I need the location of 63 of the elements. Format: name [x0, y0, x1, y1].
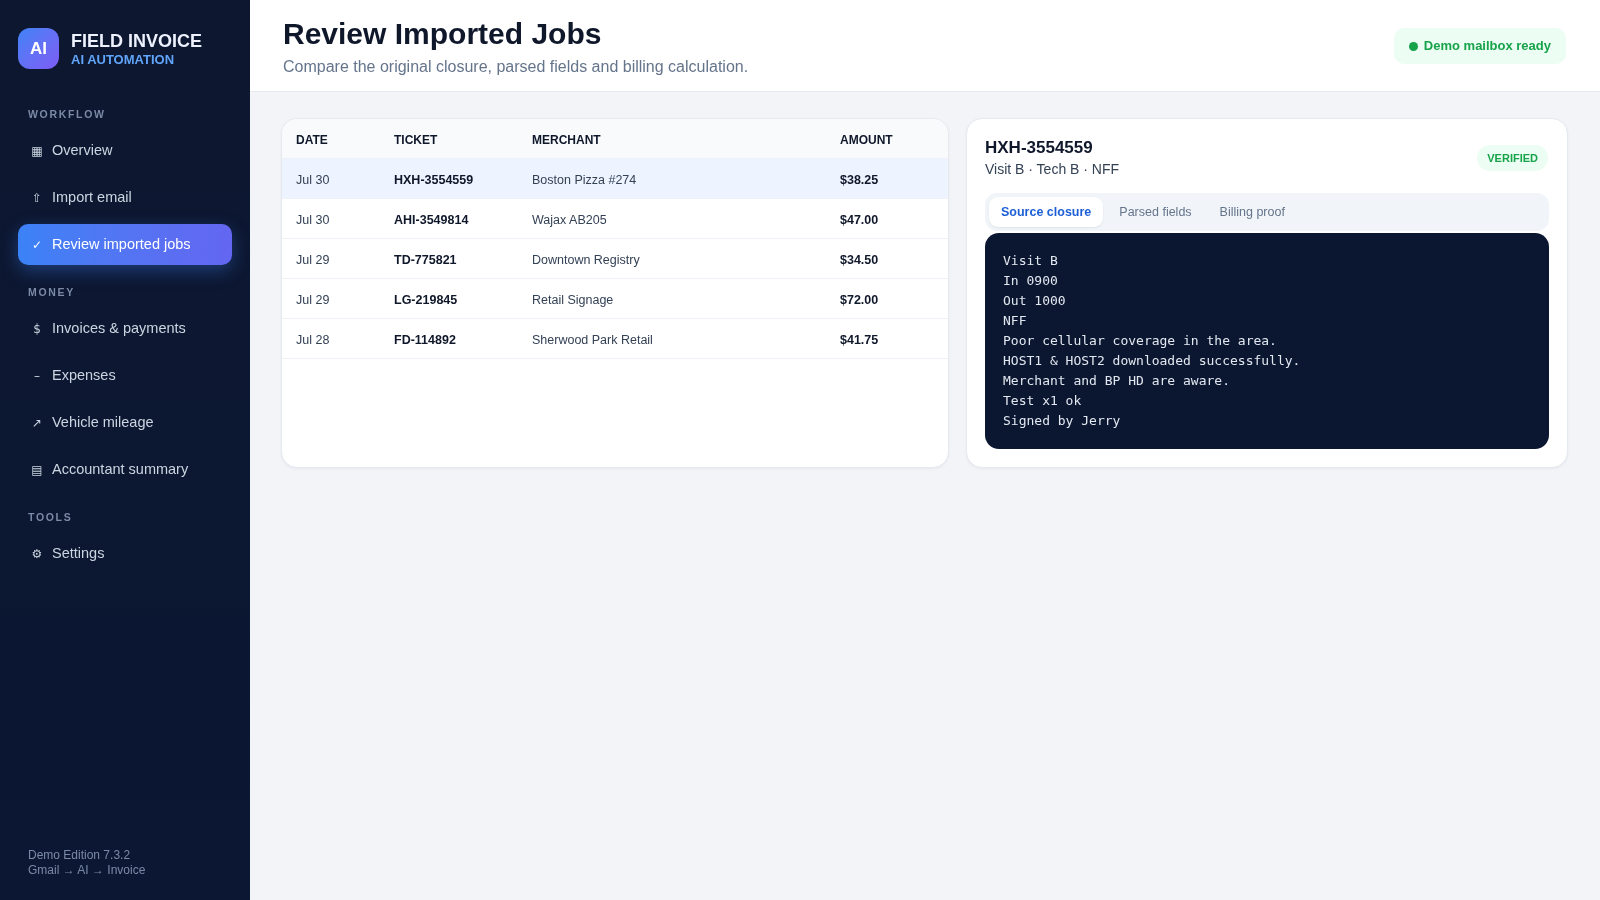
amount-value: $34.50: [840, 252, 879, 267]
table-row[interactable]: Jul 30 AHI-3549814 Wajax AB205 $47.00: [282, 199, 948, 239]
table-row[interactable]: Jul 29 TD-775821 Downtown Registry $34.50: [282, 239, 948, 279]
ticket-number: FD-114892: [394, 332, 456, 347]
brand-name: FIELD INVOICE: [71, 29, 202, 52]
detail-title: HXH-3554559: [985, 137, 1093, 159]
tab[interactable]: Billing proof: [1207, 197, 1297, 227]
merchant-name: Downtown Registry: [532, 252, 640, 267]
table-row[interactable]: Jul 30 HXH-3554559 Boston Pizza #274 $38.25: [282, 159, 948, 199]
job-date: Jul 29: [296, 252, 330, 267]
verified-badge: VERIFIED: [1477, 144, 1548, 172]
merchant-name: Wajax AB205: [532, 212, 607, 227]
page-title: Review Imported Jobs: [283, 16, 602, 52]
column-header: AMOUNT: [840, 132, 893, 147]
tab[interactable]: Parsed fields: [1107, 197, 1204, 227]
brand-tagline: AI AUTOMATION: [71, 51, 176, 68]
closure-note: Visit B In 0900 Out 1000 NFF Poor cellular coverage in the area. HOST1 & HOST2 downloaded successfully. Merchant and BP HD are aware. Test x1 ok Signed by Jerry: [985, 233, 1549, 449]
section-label: MONEY: [27, 286, 76, 298]
merchant-name: Sherwood Park Retail: [532, 332, 653, 347]
column-header: TICKET: [394, 132, 438, 147]
sidebar-nav-item[interactable]: ▤ Accountant summary: [18, 449, 232, 490]
dash-icon: –: [31, 369, 43, 382]
merchant-name: Boston Pizza #274: [532, 172, 637, 187]
sidebar-nav-item[interactable]: ⚙ Settings: [18, 533, 232, 574]
sidebar-nav-item[interactable]: ⇧ Import email: [18, 177, 232, 218]
up-arrow-icon: ⇧: [31, 191, 43, 204]
ticket-number: AHI-3549814: [394, 212, 469, 227]
job-date: Jul 28: [296, 332, 330, 347]
table-row[interactable]: Jul 28 FD-114892 Sherwood Park Retail $41.75: [282, 319, 948, 359]
job-date: Jul 29: [296, 292, 330, 307]
section-label: WORKFLOW: [27, 108, 107, 120]
ticket-number: LG-219845: [394, 292, 458, 307]
merchant-name: Retail Signage: [532, 292, 614, 307]
ticket-number: TD-775821: [394, 252, 457, 267]
sidebar-nav-item[interactable]: ▦ Overview: [18, 130, 232, 171]
amount-value: $72.00: [840, 292, 879, 307]
status-text: Demo mailbox ready: [1423, 37, 1551, 56]
logo-tile: AI: [18, 28, 59, 69]
column-header: DATE: [296, 132, 328, 147]
page-subtitle: Compare the original closure, parsed fields and billing calculation.: [283, 57, 749, 77]
column-header: MERCHANT: [532, 132, 601, 147]
tab[interactable]: Source closure: [989, 197, 1104, 227]
job-date: Jul 30: [296, 212, 330, 227]
diagonal-arrow-icon: ↗: [31, 416, 43, 429]
footer-text: Gmail → AI → Invoice: [28, 863, 146, 878]
sidebar-nav-item[interactable]: ✓ Review imported jobs: [18, 224, 232, 265]
gear-icon: ⚙: [31, 547, 43, 560]
check-icon: ✓: [31, 238, 43, 251]
job-date: Jul 30: [296, 172, 330, 187]
sidebar-nav-item[interactable]: – Expenses: [18, 355, 232, 396]
amount-value: $38.25: [840, 172, 879, 187]
detail-subtitle: Visit B · Tech B · NFF: [985, 160, 1120, 179]
sidebar-nav-item[interactable]: ↗ Vehicle mileage: [18, 402, 232, 443]
sidebar-nav-item[interactable]: $ Invoices & payments: [18, 308, 232, 349]
table-row[interactable]: Jul 29 LG-219845 Retail Signage $72.00: [282, 279, 948, 319]
ticket-number: HXH-3554559: [394, 172, 474, 187]
grid-icon: ▦: [31, 144, 43, 157]
amount-value: $41.75: [840, 332, 879, 347]
footer-text: Demo Edition 7.3.2: [28, 848, 131, 863]
amount-value: $47.00: [840, 212, 879, 227]
section-label: TOOLS: [27, 511, 74, 523]
list-icon: ▤: [31, 463, 43, 476]
dollar-icon: $: [31, 322, 43, 335]
